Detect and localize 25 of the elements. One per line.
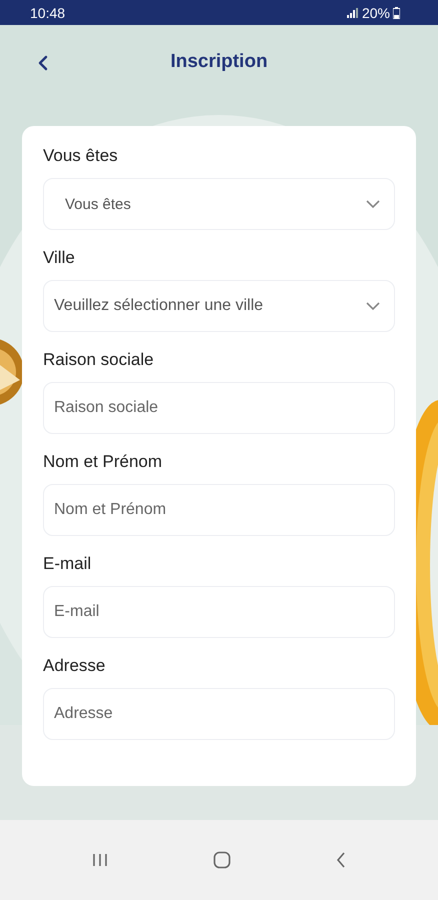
dropdown-placeholder: Veuillez sélectionner une ville: [54, 297, 264, 315]
dropdown-field[interactable]: Vous êtes: [43, 178, 395, 230]
input-field[interactable]: Nom et Prénom: [43, 484, 395, 536]
input-field[interactable]: Adresse: [43, 688, 395, 740]
recent-apps-icon[interactable]: [92, 853, 108, 867]
page-title: Inscription: [170, 51, 268, 73]
field-label: Nom et Prénom: [43, 452, 164, 472]
back-button[interactable]: [36, 53, 50, 73]
home-icon[interactable]: [212, 851, 231, 869]
field-label: Raison sociale: [43, 350, 155, 370]
input-field[interactable]: E-mail: [43, 586, 395, 638]
status-time: 10:48: [30, 4, 66, 20]
field-label: Adresse: [43, 656, 106, 676]
field-label: E-mail: [43, 554, 92, 574]
signal-icon: [346, 8, 359, 18]
chevron-down-icon: [366, 200, 380, 208]
battery-percent: 20%: [362, 4, 390, 20]
battery-icon: [393, 6, 400, 18]
back-icon[interactable]: [336, 852, 346, 868]
input-field[interactable]: Raison sociale: [43, 382, 395, 434]
dropdown-placeholder: Vous êtes: [65, 196, 131, 212]
dropdown-field[interactable]: Veuillez sélectionner une ville: [43, 280, 395, 332]
field-label: Ville: [43, 248, 76, 268]
chevron-down-icon: [366, 302, 380, 310]
field-label: Vous êtes: [43, 146, 119, 166]
